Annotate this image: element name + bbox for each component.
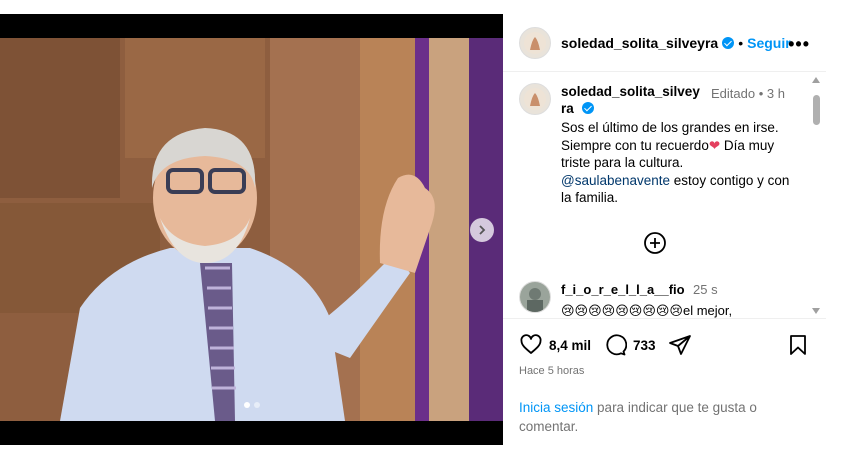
bookmark-icon[interactable] bbox=[786, 333, 810, 357]
post-header: soledad_solita_silveyra • Seguir ••• bbox=[503, 14, 826, 72]
more-options-icon[interactable]: ••• bbox=[788, 34, 810, 55]
comments-list: soledad_solita_silveyra Editado • 3 h So… bbox=[503, 73, 826, 318]
follow-button[interactable]: Seguir bbox=[747, 35, 791, 51]
header-username[interactable]: soledad_solita_silveyra bbox=[561, 35, 718, 51]
avatar-image bbox=[524, 31, 546, 54]
post-photo-illustration bbox=[0, 38, 503, 421]
caption: soledad_solita_silveyra Editado • 3 h So… bbox=[519, 83, 791, 207]
post-time-ago[interactable]: Hace 5 horas bbox=[519, 365, 810, 377]
post-dialog: soledad_solita_silveyra • Seguir ••• sol… bbox=[0, 14, 826, 445]
edited-label: Editado bbox=[711, 86, 756, 101]
caption-username-text: soledad_solita_silveyra bbox=[561, 84, 700, 116]
caption-text: Sos el último de los grandes en irse. Si… bbox=[561, 119, 791, 207]
comments-count[interactable]: 733 bbox=[633, 338, 656, 353]
post-photo[interactable] bbox=[0, 38, 503, 421]
verified-icon bbox=[581, 102, 594, 114]
load-more-comments-button[interactable] bbox=[643, 231, 667, 255]
avatar[interactable] bbox=[519, 26, 551, 59]
login-prompt: Inicia sesión para indicar que te gusta … bbox=[503, 398, 826, 436]
header-separator: • bbox=[738, 34, 744, 51]
avatar-image bbox=[524, 88, 546, 110]
carousel-dots bbox=[0, 402, 503, 408]
login-link[interactable]: Inicia sesión bbox=[519, 400, 593, 415]
chevron-right-icon bbox=[479, 225, 486, 235]
post-sidebar: soledad_solita_silveyra • Seguir ••• sol… bbox=[503, 14, 826, 445]
post-media bbox=[0, 14, 503, 445]
plus-circle-icon bbox=[644, 232, 666, 254]
comment-text: 😢😢😢😢😢😢😢😢😢el mejor, bbox=[561, 303, 733, 318]
caption-username[interactable]: soledad_solita_silveyra bbox=[561, 83, 701, 117]
comment-time[interactable]: 25 s bbox=[693, 282, 718, 297]
comment-item: f_i_o_r_e_l_l_a__fio 25 s 😢😢😢😢😢😢😢😢😢el me… bbox=[519, 281, 732, 318]
carousel-dot bbox=[253, 402, 260, 408]
likes-count[interactable]: 8,4 mil bbox=[549, 338, 591, 353]
comment-username[interactable]: f_i_o_r_e_l_l_a__fio bbox=[561, 282, 685, 297]
carousel-dot-active bbox=[243, 402, 250, 408]
post-actions: 8,4 mil 733 Hace 5 horas bbox=[503, 318, 826, 377]
time-separator: • bbox=[758, 86, 764, 101]
heart-icon[interactable] bbox=[519, 333, 543, 357]
mention-link[interactable]: @saulabenavente bbox=[561, 173, 670, 188]
share-icon[interactable] bbox=[668, 333, 692, 357]
comments-scrollbar[interactable] bbox=[811, 73, 821, 318]
scrollbar-thumb[interactable] bbox=[813, 95, 820, 125]
heart-emoji: ❤ bbox=[708, 137, 721, 153]
scroll-up-arrow-icon[interactable] bbox=[812, 77, 820, 83]
comment-icon[interactable] bbox=[603, 333, 628, 357]
caption-meta: Editado • 3 h bbox=[711, 85, 791, 102]
carousel-next-button[interactable] bbox=[470, 218, 494, 242]
verified-icon bbox=[722, 36, 735, 49]
avatar-image bbox=[520, 282, 550, 312]
caption-avatar[interactable] bbox=[519, 83, 551, 115]
caption-time[interactable]: 3 h bbox=[767, 86, 785, 101]
scroll-down-arrow-icon[interactable] bbox=[812, 308, 820, 314]
comment-avatar[interactable] bbox=[519, 281, 551, 313]
